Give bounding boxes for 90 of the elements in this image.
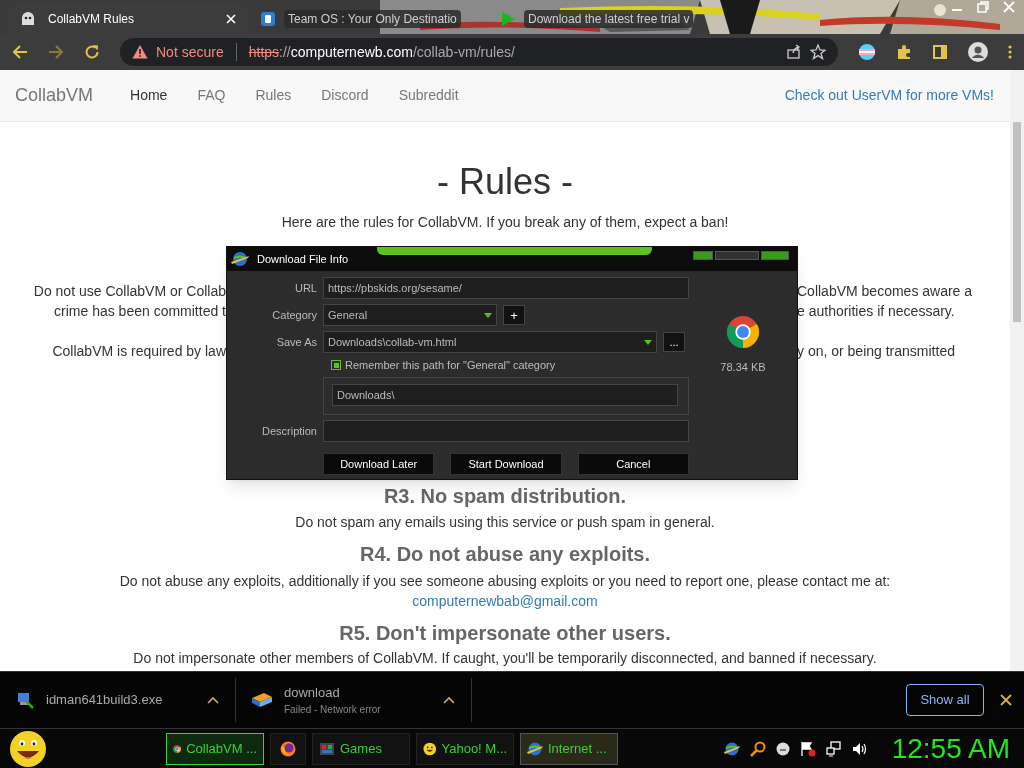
- paragraph-text: CollabVM is required by law: [52, 342, 226, 361]
- flag-icon[interactable]: [799, 740, 816, 757]
- games-icon: [319, 740, 335, 757]
- browser-tab[interactable]: Team OS : Your Only Destinatio: [248, 4, 488, 34]
- emoji-icon[interactable]: [775, 741, 790, 756]
- nav-link[interactable]: Discord: [306, 85, 384, 106]
- email-link[interactable]: computernewbab@gmail.com: [412, 591, 598, 611]
- file-size: 78.34 KB: [720, 360, 766, 375]
- file-icon: [252, 692, 272, 708]
- taskbar-button[interactable]: Games: [312, 732, 410, 765]
- address-bar[interactable]: Not secure https://computernewb.com/collab-vm/rules/: [120, 38, 838, 66]
- security-label: Not secure: [156, 42, 224, 62]
- warning-icon: [132, 44, 148, 60]
- caret-icon: [484, 312, 492, 318]
- file-name: idman641build3.exe: [46, 691, 164, 710]
- nav-link[interactable]: Home: [115, 85, 183, 106]
- show-all-button[interactable]: Show all: [906, 684, 984, 716]
- paragraph-text: crime has been committed t: [54, 302, 226, 321]
- url-text: https://computernewb.com/collab-vm/rules/: [248, 42, 515, 62]
- back-icon[interactable]: [12, 44, 28, 60]
- globe-icon: [527, 740, 543, 757]
- paragraph-text: e authorities if necessary.: [797, 302, 955, 321]
- promo-link[interactable]: Check out UserVM for more VMs!: [784, 85, 994, 106]
- rule-heading: R4. Do not abuse any exploits.: [359, 542, 651, 567]
- field-label: URL: [294, 280, 317, 296]
- nav-link[interactable]: FAQ: [182, 85, 241, 106]
- site-brand[interactable]: CollabVM: [15, 82, 94, 109]
- play-icon: [500, 11, 516, 27]
- app-icon: [260, 11, 276, 27]
- paragraph-text: CollabVM becomes aware a: [797, 282, 973, 301]
- dialog-button[interactable]: Cancel: [577, 453, 689, 475]
- nav-link[interactable]: Subreddit: [383, 85, 474, 106]
- checkbox[interactable]: [331, 360, 341, 370]
- download-item[interactable]: idman641build3.exe: [0, 678, 236, 722]
- menu-icon[interactable]: [1008, 44, 1012, 60]
- globe-icon: [231, 251, 249, 267]
- dialog-title: Download File Info: [257, 251, 349, 267]
- field-label: Save As: [275, 334, 317, 350]
- scrollbar[interactable]: [1010, 70, 1024, 671]
- taskbar-button[interactable]: Internet ...: [520, 732, 618, 765]
- side-panel-icon[interactable]: [932, 44, 948, 60]
- rule-text: Do not impersonate other members of CollabVM. If caught, you'll be temporarily disconnected, and banned if necessary.: [133, 649, 877, 667]
- field-label: Description: [260, 423, 317, 439]
- intro-text: Here are the rules for CollabVM. If you break any of them, expect a ban!: [281, 213, 729, 232]
- category-dropdown[interactable]: General: [323, 304, 497, 326]
- star-icon[interactable]: [810, 44, 826, 60]
- taskbar-button[interactable]: Yahoo! M...: [416, 732, 514, 765]
- ghost-icon: [20, 11, 36, 27]
- chevron-up-icon[interactable]: [207, 696, 219, 704]
- reload-icon[interactable]: [84, 44, 100, 60]
- share-icon[interactable]: [786, 44, 802, 60]
- add-button[interactable]: +: [503, 305, 525, 325]
- save-as-dropdown[interactable]: Downloads\collab-vm.html: [323, 331, 657, 353]
- forward-icon[interactable]: [48, 44, 64, 60]
- rule-heading: R5. Don't impersonate other users.: [339, 621, 671, 646]
- flag-icon[interactable]: [858, 43, 876, 61]
- dialog-button[interactable]: Start Download: [450, 453, 562, 475]
- download-item[interactable]: download Failed - Network error: [236, 678, 472, 722]
- description-field[interactable]: [323, 420, 689, 442]
- browser-tab[interactable]: Download the latest free trial v: [488, 4, 728, 34]
- page-title: - Rules -: [437, 160, 573, 204]
- url-field[interactable]: https://pbskids.org/sesame/: [323, 277, 689, 299]
- close-icon[interactable]: [1000, 694, 1012, 706]
- search-icon[interactable]: [749, 740, 766, 757]
- taskbar-button[interactable]: CollabVM ...: [166, 732, 264, 765]
- chevron-up-icon[interactable]: [443, 696, 455, 704]
- firefox-icon: [280, 740, 296, 757]
- profile-icon[interactable]: [968, 42, 988, 62]
- path-field[interactable]: Downloads\: [332, 384, 678, 406]
- rule-text: Do not spam any emails using this service or push spam in general.: [295, 513, 715, 532]
- smiley-icon[interactable]: [8, 729, 48, 768]
- installer-icon: [16, 691, 34, 709]
- caret-icon: [644, 339, 652, 345]
- puzzle-icon[interactable]: [896, 44, 912, 60]
- nav-link[interactable]: Rules: [240, 85, 307, 106]
- network-icon[interactable]: [825, 740, 842, 757]
- rule-text: Do not abuse any exploits, additionally if you see someone abusing exploits or you need to report one, please contact me at:: [119, 572, 891, 591]
- field-label: Category: [271, 307, 317, 323]
- smiley-icon: [423, 740, 437, 757]
- checkbox-label: Remember this path for "General" category: [345, 357, 556, 373]
- globe-icon[interactable]: [723, 740, 740, 757]
- browse-button[interactable]: ...: [663, 332, 685, 352]
- file-name: download: [284, 683, 341, 702]
- paragraph-text: Do not use CollabVM or Collab: [33, 282, 226, 301]
- dialog-button[interactable]: Download Later: [323, 453, 435, 475]
- download-status: Failed - Network error: [284, 703, 382, 718]
- rule-heading: R3. No spam distribution.: [383, 484, 627, 509]
- taskbar-button[interactable]: [270, 732, 306, 765]
- clock: 12:55 AM: [891, 731, 1010, 766]
- chrome-icon: [726, 315, 760, 349]
